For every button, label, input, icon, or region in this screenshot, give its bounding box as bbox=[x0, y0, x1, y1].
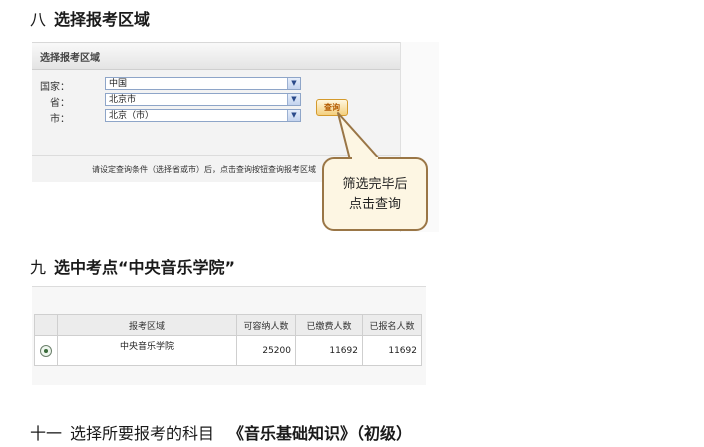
capacity-column-header: 可容纳人数 bbox=[236, 314, 296, 336]
area-cell: 中央音乐学院 bbox=[57, 335, 237, 366]
section9-heading: 九选中考点“中央音乐学院” bbox=[30, 254, 235, 278]
paid-cell: 11692 bbox=[295, 335, 363, 366]
callout-seam bbox=[352, 157, 378, 161]
callout-bubble: 筛选完毕后 点击查询 bbox=[322, 157, 428, 231]
exam-site-table: 报考区域 可容纳人数 已缴费人数 已报名人数 中央音乐学院 25200 1169… bbox=[34, 314, 422, 366]
paid-column-header: 已缴费人数 bbox=[295, 314, 363, 336]
exam-site-panel: 报考区域 可容纳人数 已缴费人数 已报名人数 中央音乐学院 25200 1169… bbox=[32, 286, 426, 385]
registered-cell: 11692 bbox=[362, 335, 422, 366]
radio-selected-icon[interactable] bbox=[40, 344, 52, 357]
table-header-row: 报考区域 可容纳人数 已缴费人数 已报名人数 bbox=[34, 314, 422, 336]
area-column-header: 报考区域 bbox=[57, 314, 237, 336]
select-column-header bbox=[34, 314, 58, 336]
section9-number: 九 bbox=[30, 258, 47, 277]
section11-subject: 《音乐基础知识》（初级） bbox=[228, 424, 413, 443]
capacity-cell: 25200 bbox=[236, 335, 296, 366]
table-row[interactable]: 中央音乐学院 25200 11692 11692 bbox=[34, 335, 422, 366]
section11-heading: 十一 选择所要报考的科目 《音乐基础知识》（初级） bbox=[30, 420, 412, 444]
registered-column-header: 已报名人数 bbox=[362, 314, 422, 336]
section11-number: 十一 bbox=[30, 424, 63, 443]
section11-title-prefix: 选择所要报考的科目 bbox=[70, 424, 215, 443]
section9-title: 选中考点“中央音乐学院” bbox=[54, 258, 236, 277]
callout-line1: 筛选完毕后 bbox=[342, 177, 408, 192]
callout-line2: 点击查询 bbox=[348, 197, 401, 212]
row-select-cell[interactable] bbox=[34, 335, 58, 366]
